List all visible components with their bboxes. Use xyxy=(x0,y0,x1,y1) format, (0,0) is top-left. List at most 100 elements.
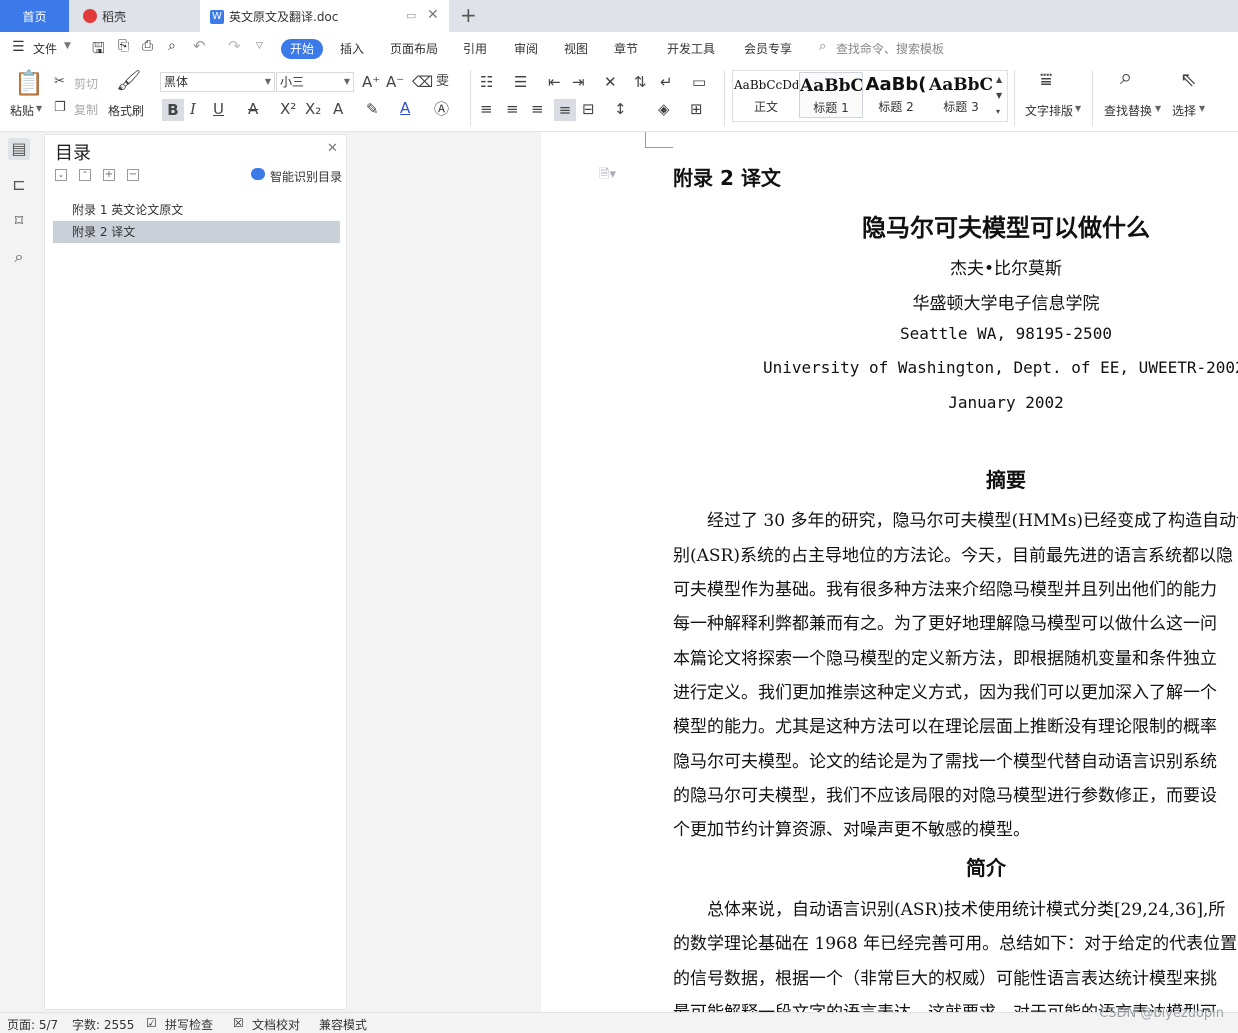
spell-check-button[interactable]: 拼写检查 xyxy=(165,1016,213,1033)
underline-icon[interactable]: U xyxy=(213,101,224,117)
bullet-list-icon[interactable]: ☷ xyxy=(480,74,493,90)
line-spacing-icon[interactable]: ↕ xyxy=(614,101,627,117)
font-name-select[interactable]: 黑体 ▼ xyxy=(160,72,275,92)
print-icon[interactable]: ⎙ xyxy=(142,38,153,54)
left-rail: ▤ ⊏ ⌑ ⌕ xyxy=(0,132,38,1012)
tab-home[interactable]: 首页 xyxy=(0,0,69,32)
hamburger-icon[interactable]: ☰ xyxy=(12,39,25,55)
paste-button[interactable]: 粘贴 xyxy=(10,102,34,119)
redo-icon[interactable]: ↷ xyxy=(228,37,241,55)
toc-remove-icon[interactable]: − xyxy=(127,169,139,181)
justify-icon[interactable]: ≡ xyxy=(554,99,576,121)
export-pdf-icon[interactable]: ⎘ xyxy=(118,38,129,54)
text-layout-button[interactable]: 文字排版 xyxy=(1025,102,1073,119)
close-icon[interactable]: ✕ xyxy=(327,141,338,156)
toc-item-selected[interactable]: 附录 2 译文 xyxy=(53,221,340,243)
format-painter-icon[interactable]: 🖌 xyxy=(116,70,141,90)
menu-page-layout[interactable]: 页面布局 xyxy=(390,40,438,57)
char-border-icon[interactable]: Ⓐ xyxy=(434,101,449,117)
gallery-more-icon[interactable]: ▾ xyxy=(996,104,1000,120)
find-replace-button[interactable]: 查找替换 xyxy=(1104,102,1152,119)
clear-format-icon[interactable]: ⌫ xyxy=(412,74,433,90)
strikethrough-icon[interactable]: A xyxy=(248,101,258,117)
find-replace-icon[interactable]: ⌕ xyxy=(1120,67,1132,89)
align-center-icon[interactable]: ≡ xyxy=(506,101,519,117)
decrease-indent-icon[interactable]: ⇤ xyxy=(548,74,561,90)
command-search[interactable]: 查找命令、搜索模板 xyxy=(836,40,944,57)
text-layout-icon[interactable]: ⩸ xyxy=(1040,69,1052,89)
distributed-icon[interactable]: ⊟ xyxy=(582,101,595,117)
new-tab-button[interactable]: + xyxy=(460,3,477,27)
paste-icon[interactable]: 📋 xyxy=(14,70,44,96)
phonetic-guide-icon[interactable]: 雯 xyxy=(436,74,449,90)
cut-button[interactable]: 剪切 xyxy=(74,75,98,92)
ruler-icon[interactable]: ▭ xyxy=(692,74,706,90)
numbered-list-icon[interactable]: ☰ xyxy=(514,74,527,90)
toc-item[interactable]: 附录 1 英文论文原文 xyxy=(53,199,340,221)
font-color-icon[interactable]: A xyxy=(400,100,410,116)
highlight-icon[interactable]: ✎ xyxy=(366,101,379,117)
font-size-select[interactable]: 小三 ▼ xyxy=(276,72,354,92)
toc-expand-icon[interactable]: ⌃ xyxy=(79,169,91,181)
italic-icon[interactable]: I xyxy=(190,101,196,117)
menu-chapter[interactable]: 章节 xyxy=(614,40,638,57)
menu-start[interactable]: 开始 xyxy=(281,39,323,59)
sort-icon[interactable]: ⇅ xyxy=(634,74,647,90)
gallery-up-icon[interactable]: ▲ xyxy=(996,72,1002,88)
tab-daoke[interactable]: 稻壳 xyxy=(71,0,198,32)
menu-references[interactable]: 引用 xyxy=(463,40,487,57)
undo-icon[interactable]: ↶ xyxy=(193,37,206,55)
grow-font-icon[interactable]: A⁺ xyxy=(362,74,380,90)
toc-add-icon[interactable]: + xyxy=(103,169,115,181)
document-page[interactable]: 🗎▾ 附录 2 译文 隐马尔可夫模型可以做什么 杰夫•比尔莫斯 华盛顿大学电子信… xyxy=(541,132,1238,1012)
tab-pin-icon[interactable]: ▭ xyxy=(406,9,416,22)
select-cursor-icon[interactable]: ⇖ xyxy=(1180,69,1197,89)
word-count[interactable]: 字数: 2555 xyxy=(72,1016,134,1033)
smart-toc-button[interactable]: 智能识别目录 xyxy=(270,168,342,185)
align-right-icon[interactable]: ≡ xyxy=(531,101,544,117)
paragraph-handle-icon[interactable]: 🗎▾ xyxy=(599,165,616,187)
align-left-icon[interactable]: ≡ xyxy=(480,101,493,117)
menu-insert[interactable]: 插入 xyxy=(340,40,364,57)
style-heading-3-sample: AaBbC xyxy=(929,75,993,95)
toc-panel-icon[interactable]: ▤ xyxy=(8,138,30,160)
subscript-icon[interactable]: X₂ xyxy=(305,101,321,117)
chevron-down-icon[interactable]: ▼ xyxy=(36,104,42,113)
borders-icon[interactable]: ⊞ xyxy=(690,101,703,117)
toc-panel-body: 目录 ✕ ⌄ ⌃ + − 智能识别目录 附录 1 英文论文原文 附录 2 译文 xyxy=(44,134,347,1010)
style-heading-3-label: 标题 3 xyxy=(943,100,979,114)
text-effect-icon[interactable]: A xyxy=(333,101,343,117)
chevron-down-icon[interactable]: ▼ xyxy=(64,41,71,51)
page-indicator[interactable]: 页面: 5/7 xyxy=(7,1016,58,1033)
shrink-font-icon[interactable]: A⁻ xyxy=(386,74,404,90)
increase-indent-icon[interactable]: ⇥ xyxy=(572,74,585,90)
chinese-layout-icon[interactable]: ✕ xyxy=(604,74,617,90)
chapter-nav-icon[interactable]: ⊏ xyxy=(8,174,30,196)
show-marks-icon[interactable]: ↵ xyxy=(660,74,673,90)
search-icon[interactable]: ⌕ xyxy=(8,246,30,268)
menu-member[interactable]: 会员专享 xyxy=(744,40,792,57)
menu-review[interactable]: 审阅 xyxy=(514,40,538,57)
proofread-button[interactable]: 文档校对 xyxy=(252,1016,300,1033)
menu-view[interactable]: 视图 xyxy=(564,40,588,57)
menu-developer[interactable]: 开发工具 xyxy=(667,40,715,57)
format-painter-button[interactable]: 格式刷 xyxy=(108,102,144,119)
tab-document[interactable]: W 英文原文及翻译.doc ▭ ✕ xyxy=(200,0,449,33)
style-heading-2[interactable]: AaBb( 标题 2 xyxy=(864,72,928,118)
style-heading-3[interactable]: AaBbC 标题 3 xyxy=(929,72,993,118)
copy-button[interactable]: 复制 xyxy=(74,101,98,118)
style-heading-1[interactable]: AaBbC 标题 1 xyxy=(799,72,863,118)
menu-file[interactable]: 文件 xyxy=(33,40,57,57)
toc-collapse-icon[interactable]: ⌄ xyxy=(55,169,67,181)
print-preview-icon[interactable]: ⌕ xyxy=(168,38,176,54)
bookmark-icon[interactable]: ⌑ xyxy=(8,210,30,232)
shading-icon[interactable]: ◈ xyxy=(658,101,670,117)
bold-icon[interactable]: B xyxy=(162,99,184,121)
gallery-down-icon[interactable]: ▼ xyxy=(996,88,1002,104)
quick-access-more-icon[interactable]: ▽ xyxy=(256,41,263,51)
superscript-icon[interactable]: X² xyxy=(280,101,296,117)
save-icon[interactable]: 🖫 xyxy=(92,38,105,63)
style-normal[interactable]: AaBbCcDd 正文 xyxy=(734,72,798,118)
tab-close-icon[interactable]: ✕ xyxy=(427,7,439,23)
select-button[interactable]: 选择 xyxy=(1172,102,1196,119)
